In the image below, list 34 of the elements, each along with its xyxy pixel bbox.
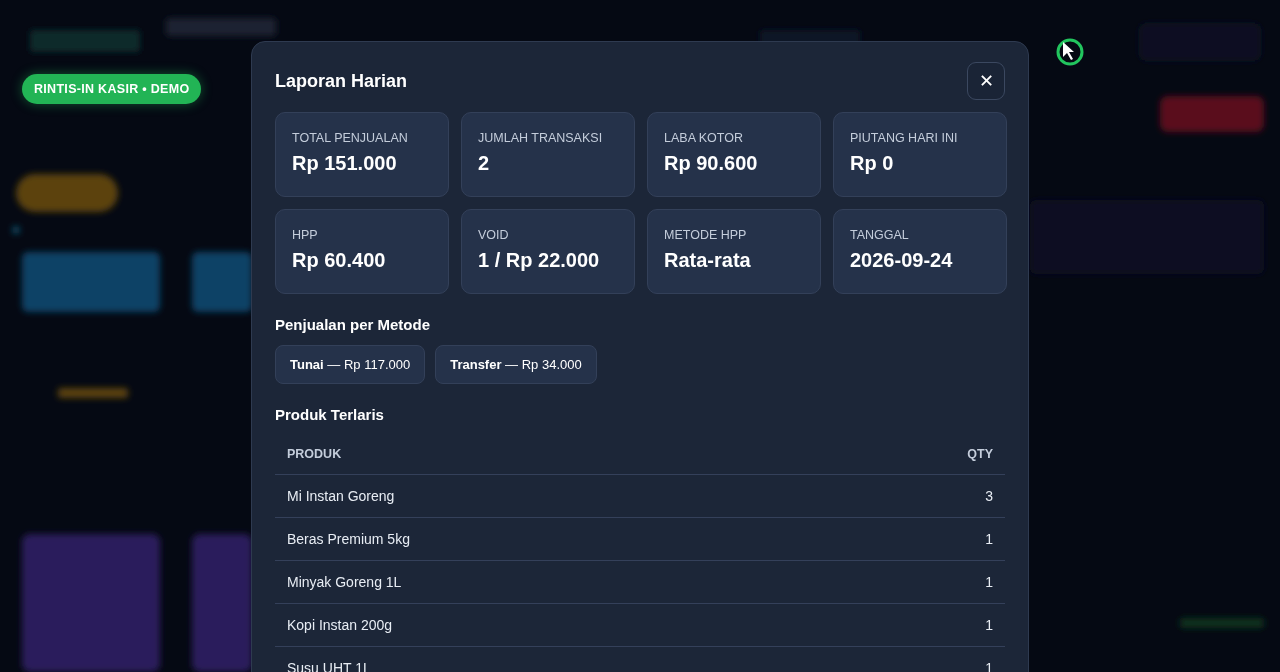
close-button[interactable]: ✕	[967, 62, 1005, 100]
stat-value: Rata-rata	[664, 249, 752, 272]
column-header: PRODUK	[275, 435, 821, 475]
stat-value: 2	[478, 152, 491, 175]
stat-label: VOID	[478, 228, 510, 242]
table-cell: 1	[820, 560, 1005, 604]
stat-value: Rp 90.600	[664, 152, 759, 175]
table-cell: Mi Instan Goreng	[275, 474, 821, 518]
table-cell: 3	[820, 474, 1005, 518]
table-cell: 1	[820, 603, 1005, 647]
payment-method-chip: Transfer — Rp 34.000	[435, 345, 597, 384]
section-title: Penjualan per Metode	[275, 316, 432, 333]
table-cell: 1	[820, 517, 1005, 561]
dialog-title: Laporan Harian	[275, 70, 408, 92]
demo-badge: RINTIS-IN KASIR • DEMO	[22, 74, 202, 104]
stat-label: METODE HPP	[664, 228, 748, 242]
stat-label: TANGGAL	[850, 228, 910, 242]
payment-method-chip: Tunai — Rp 117.000	[275, 345, 426, 384]
stat-label: LABA KOTOR	[664, 131, 744, 145]
stat-label: TOTAL PENJUALAN	[292, 131, 409, 145]
stat-label: HPP	[292, 228, 319, 242]
stat-label: JUMLAH TRANSAKSI	[478, 131, 604, 145]
stat-label: PIUTANG HARI INI	[850, 131, 959, 145]
stat-value: Rp 151.000	[292, 152, 398, 175]
section-title: Produk Terlaris	[275, 406, 385, 423]
column-header: QTY	[820, 435, 1005, 475]
table-cell: Beras Premium 5kg	[275, 517, 821, 561]
cursor-icon	[1055, 37, 1085, 67]
table-cell: Minyak Goreng 1L	[275, 560, 821, 604]
stat-value: 2026-09-24	[850, 249, 954, 272]
table-cell: Kopi Instan 200g	[275, 603, 821, 647]
stat-value: Rp 0	[850, 152, 895, 175]
stat-value: Rp 60.400	[292, 249, 387, 272]
stat-value: 1 / Rp 22.000	[478, 249, 601, 272]
